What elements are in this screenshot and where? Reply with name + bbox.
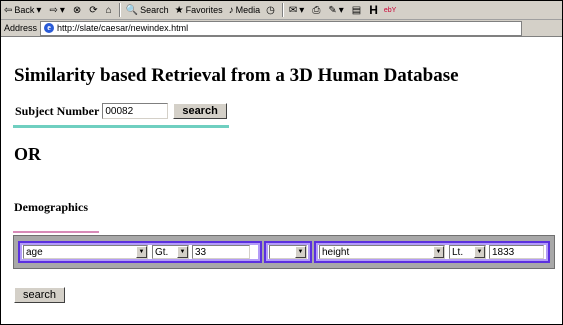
subject-search-row: Subject Number search [15, 103, 227, 119]
browser-toolbar: ⇦ Back ▾ ⇨ ▾ ⊗ ⟳ ⌂ 🔍 Search ★ Favorites ♪… [1, 1, 562, 20]
forward-button[interactable]: ⇨ ▾ [46, 2, 69, 18]
h-icon: H [369, 3, 378, 17]
chevron-down-icon: ▼ [474, 246, 485, 258]
pink-divider [13, 231, 99, 233]
search-toolbar-button[interactable]: 🔍 Search [123, 2, 172, 18]
back-arrow-icon: ⇦ [4, 4, 13, 16]
h-button[interactable]: H [366, 2, 381, 18]
home-button[interactable]: ⌂ [103, 2, 117, 18]
ie-page-icon: e [44, 23, 55, 33]
dropdown-icon: ▾ [338, 4, 344, 16]
search-icon: 🔍 [125, 4, 139, 16]
value-2-input[interactable]: 1833 [489, 245, 544, 259]
edit-button[interactable]: ✎ ▾ [325, 2, 348, 18]
address-input[interactable]: e http://slate/caesar/newindex.html [40, 20, 523, 36]
stop-icon: ⊗ [72, 4, 82, 16]
search-toolbar-label: Search [140, 5, 169, 15]
page-title: Similarity based Retrieval from a 3D Hum… [14, 65, 459, 86]
subject-number-label: Subject Number [15, 103, 100, 118]
chevron-down-icon: ▼ [136, 246, 147, 258]
field-2-select[interactable]: height ▼ [319, 245, 445, 259]
field-1-value: age [26, 246, 43, 258]
dropdown-icon: ▾ [36, 4, 42, 16]
address-url: http://slate/caesar/newindex.html [57, 23, 189, 33]
back-button[interactable]: ⇦ Back ▾ [1, 2, 46, 18]
or-heading: OR [14, 144, 41, 164]
history-icon: ◷ [266, 4, 275, 16]
teal-divider [13, 125, 229, 128]
print-button[interactable]: ⎙ [309, 2, 325, 18]
back-label: Back [14, 5, 35, 15]
favorites-icon: ★ [174, 4, 184, 16]
op-2-select[interactable]: Lt. ▼ [449, 245, 486, 259]
chevron-down-icon: ▼ [295, 246, 306, 258]
op-2-value: Lt. [452, 246, 464, 258]
media-button[interactable]: ♪ Media [226, 2, 264, 18]
value-1-input[interactable]: 33 [192, 245, 250, 259]
ebay-button[interactable]: ebY [381, 2, 399, 18]
address-bar: Address e http://slate/caesar/newindex.h… [1, 20, 562, 37]
history-button[interactable]: ◷ [263, 2, 280, 18]
demographics-query-row: age ▼ Gt. ▼ 33 ▼ height ▼ Lt. ▼ 1833 [13, 235, 555, 269]
forward-arrow-icon: ⇨ [49, 4, 58, 16]
discuss-icon: ▤ [351, 4, 362, 16]
ebay-icon: ebY [383, 6, 397, 14]
condition-1-cell: age ▼ Gt. ▼ 33 [18, 241, 262, 263]
subject-search-button[interactable]: search [173, 103, 227, 119]
address-label: Address [4, 23, 38, 33]
favorites-label: Favorites [185, 5, 223, 15]
op-1-select[interactable]: Gt. ▼ [152, 245, 189, 259]
media-icon: ♪ [228, 4, 234, 16]
demographics-search-button[interactable]: search [14, 287, 66, 303]
home-icon: ⌂ [105, 4, 112, 16]
refresh-button[interactable]: ⟳ [86, 2, 102, 18]
refresh-icon: ⟳ [89, 4, 98, 16]
toolbar-separator [281, 3, 284, 17]
page-content: Similarity based Retrieval from a 3D Hum… [1, 37, 562, 324]
mail-icon: ✉ [288, 4, 298, 16]
chevron-down-icon: ▼ [433, 246, 444, 258]
media-label: Media [235, 5, 261, 15]
subject-number-input[interactable] [102, 103, 169, 119]
demographics-heading: Demographics [14, 200, 88, 214]
print-icon: ⎙ [312, 4, 321, 16]
dropdown-icon: ▾ [59, 4, 65, 16]
chevron-down-icon: ▼ [177, 246, 188, 258]
edit-icon: ✎ [328, 4, 337, 16]
discuss-button[interactable]: ▤ [349, 2, 366, 18]
field-1-select[interactable]: age ▼ [23, 245, 148, 259]
dropdown-icon: ▾ [299, 4, 305, 16]
toolbar-separator [118, 3, 121, 17]
connector-select[interactable]: ▼ [269, 245, 307, 259]
browser-window: ⇦ Back ▾ ⇨ ▾ ⊗ ⟳ ⌂ 🔍 Search ★ Favorites ♪… [0, 0, 563, 325]
condition-2-cell: height ▼ Lt. ▼ 1833 [314, 241, 550, 263]
field-2-value: height [322, 246, 350, 258]
stop-button[interactable]: ⊗ [70, 2, 86, 18]
favorites-button[interactable]: ★ Favorites [172, 2, 226, 18]
op-1-value: Gt. [155, 246, 169, 258]
connector-cell: ▼ [264, 241, 312, 263]
mail-button[interactable]: ✉ ▾ [286, 2, 309, 18]
